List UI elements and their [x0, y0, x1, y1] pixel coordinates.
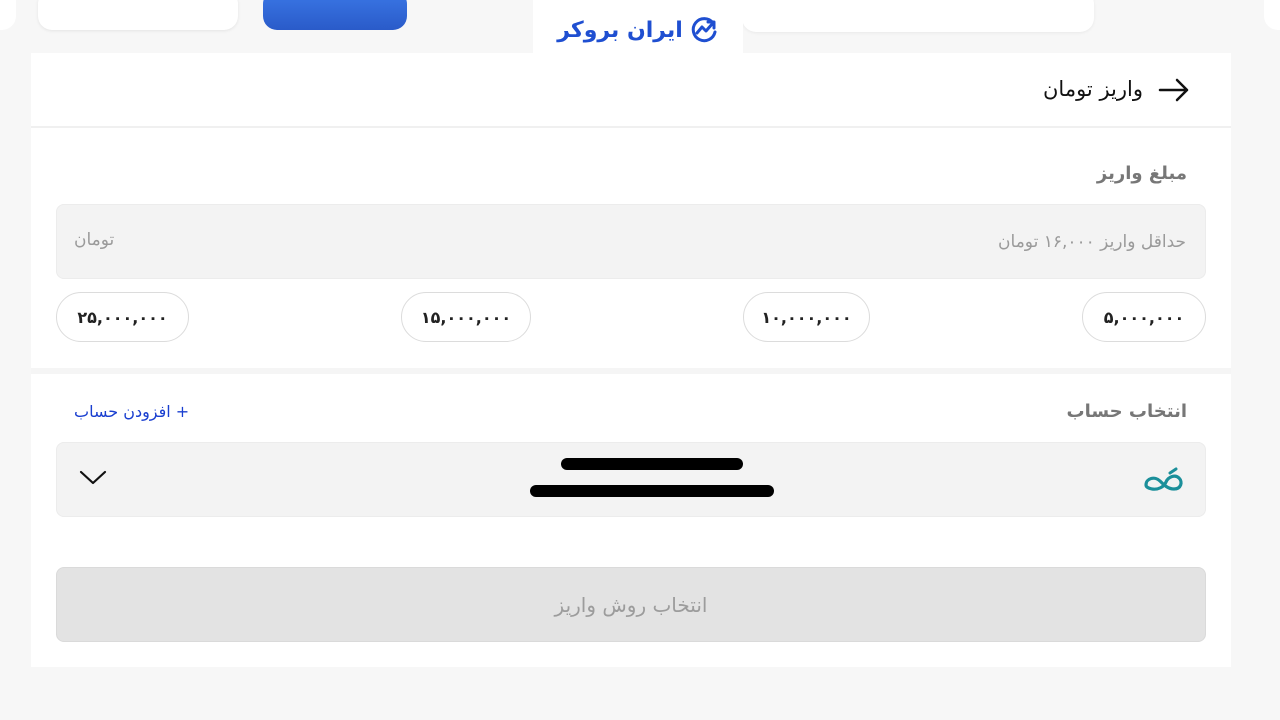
account-select[interactable]: [56, 442, 1206, 517]
preset-amount-button[interactable]: ۵,۰۰۰,۰۰۰: [1082, 292, 1206, 342]
add-account-link[interactable]: + افزودن حساب: [74, 402, 189, 421]
card-header: واریز تومان: [31, 53, 1231, 128]
arrow-right-icon[interactable]: [1157, 76, 1191, 104]
preset-amount-button[interactable]: ۱۰,۰۰۰,۰۰۰: [743, 292, 870, 342]
brand-logo[interactable]: ایران بروکر: [533, 0, 743, 60]
chart-up-circle-icon: [691, 17, 717, 43]
page-title: واریز تومان: [1043, 77, 1143, 101]
top-nav-corner-right: [1264, 0, 1280, 30]
deposit-card: واریز تومان مبلغ واریز تومان ۵,۰۰۰,۰۰۰ ۱…: [31, 53, 1231, 667]
section-divider: [31, 368, 1231, 374]
top-nav-active-button[interactable]: [263, 0, 407, 30]
brand-name: ایران بروکر: [557, 17, 683, 43]
bank-logo-icon: [1144, 467, 1183, 491]
amount-input[interactable]: [56, 204, 1206, 279]
account-number-redacted: [561, 458, 743, 470]
top-nav-pill-left[interactable]: [38, 0, 238, 30]
select-deposit-method-button[interactable]: انتخاب روش واریز: [56, 567, 1206, 642]
preset-amount-button[interactable]: ۱۵,۰۰۰,۰۰۰: [401, 292, 531, 342]
top-nav-pill-right[interactable]: [742, 0, 1094, 32]
amount-label: مبلغ واریز: [1096, 163, 1187, 184]
top-nav-corner-left: [0, 0, 16, 30]
chevron-down-icon[interactable]: [78, 467, 108, 487]
preset-amount-button[interactable]: ۲۵,۰۰۰,۰۰۰: [56, 292, 189, 342]
amount-unit: تومان: [74, 230, 115, 250]
account-name-redacted: [530, 485, 774, 497]
amount-field[interactable]: تومان: [56, 204, 1206, 279]
account-label: انتخاب حساب: [1066, 401, 1188, 422]
